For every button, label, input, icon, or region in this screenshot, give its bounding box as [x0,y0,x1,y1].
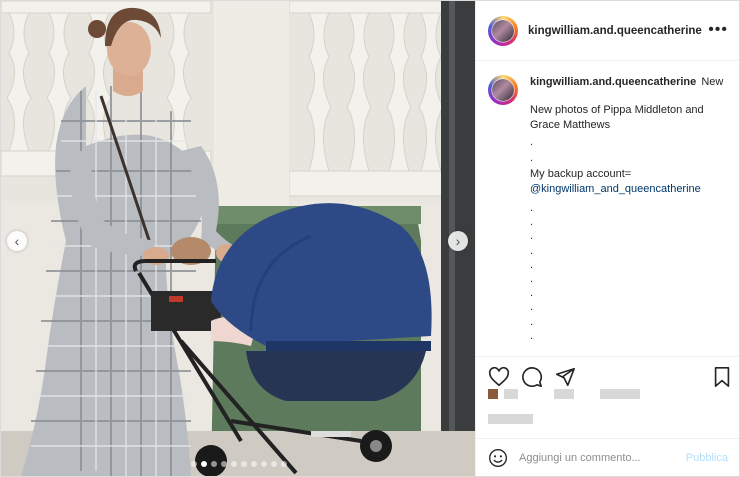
emoji-icon[interactable] [488,448,508,468]
more-options-icon[interactable]: ••• [708,21,728,39]
carousel-indicator [191,461,287,467]
avatar-image [492,19,514,42]
blurred-text [554,389,574,399]
timestamp-blurred [488,411,533,425]
carousel-dot [211,461,217,467]
avatar[interactable] [488,15,518,46]
bookmark-icon[interactable] [712,366,732,388]
chevron-left-icon[interactable]: ‹ [7,231,27,251]
blurred-liker-avatar [488,389,498,399]
caption-backup-label: My backup account= [530,168,632,180]
share-icon[interactable] [554,366,576,388]
carousel-dot [271,461,277,467]
chevron-right-icon[interactable]: › [448,231,468,251]
next-arrow-glyph: › [455,233,461,249]
photo-illustration [1,1,475,476]
caption-avatar[interactable] [488,75,518,105]
post-header: kingwilliam.and.queencatherine ••• [476,1,739,61]
caption-mention-link[interactable]: @kingwilliam_and_queencatherine [530,182,723,197]
carousel-dot [251,461,257,467]
comment-bar: Aggiungi un commento... Pubblica [476,438,739,476]
carousel-dot [221,461,227,467]
post-side-panel: kingwilliam.and.queencatherine ••• kingw… [475,1,739,476]
caption-username[interactable]: kingwilliam.and.queencatherine [530,76,696,88]
caption-header: kingwilliam.and.queencatherine New [530,75,723,90]
publish-button[interactable]: Pubblica [686,452,728,464]
caption-dot: . [530,136,534,148]
blurred-text [504,389,518,399]
caption-body: kingwilliam.and.queencatherine New New p… [530,75,723,345]
likes-row-blurred [488,387,640,401]
caption: kingwilliam.and.queencatherine New New p… [476,61,739,345]
caption-trailing-dots: . . . . . . . . . . [530,202,534,342]
carousel-dot [241,461,247,467]
post-photo[interactable]: ‹ › [1,1,475,476]
prev-arrow-glyph: ‹ [14,233,20,249]
heart-icon[interactable] [488,366,510,388]
instagram-post: ‹ › kingwilliam.and.queencatherine ••• k… [0,0,740,477]
carousel-dot [231,461,237,467]
carousel-dot-active [201,461,207,467]
carousel-dot [261,461,267,467]
carousel-dot [191,461,197,467]
caption-dot: . [530,152,534,164]
caption-text: New photos of Pippa Middleton and Grace … [530,104,704,131]
carousel-dot [281,461,287,467]
header-username[interactable]: kingwilliam.and.queencatherine [528,25,702,37]
blurred-text [600,389,640,399]
comment-input[interactable]: Aggiungi un commento... [519,452,686,464]
avatar-image [492,79,514,101]
comment-icon[interactable] [521,366,543,388]
caption-new-label: New [701,76,724,88]
blurred-text [488,414,533,424]
